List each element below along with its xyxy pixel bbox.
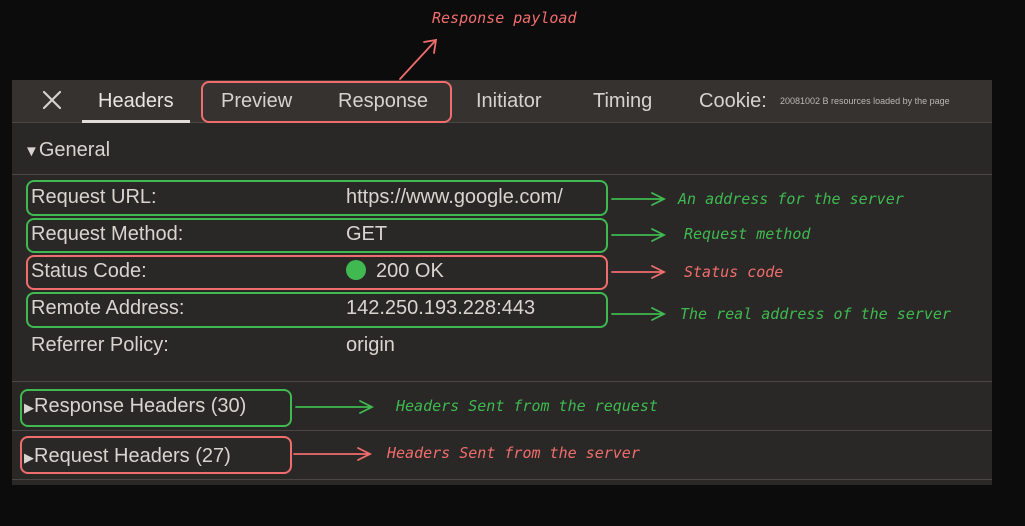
url-arrow-icon xyxy=(611,192,667,206)
annotation-remote: The real address of the server xyxy=(680,305,951,323)
remote-arrow-icon xyxy=(611,307,667,321)
payload-arrow-icon xyxy=(399,38,438,80)
status-arrow-icon xyxy=(611,265,667,279)
resp-headers-arrow-icon xyxy=(295,400,375,414)
annotation-status: Status code xyxy=(684,263,784,281)
annotation-response-headers: Headers Sent from the request xyxy=(396,397,658,415)
annotation-method: Request method xyxy=(684,225,811,243)
req-headers-arrow-icon xyxy=(293,447,373,461)
annotation-url: An address for the server xyxy=(678,190,904,208)
annotation-request-headers: Headers Sent from the server xyxy=(387,444,640,462)
method-arrow-icon xyxy=(611,228,667,242)
